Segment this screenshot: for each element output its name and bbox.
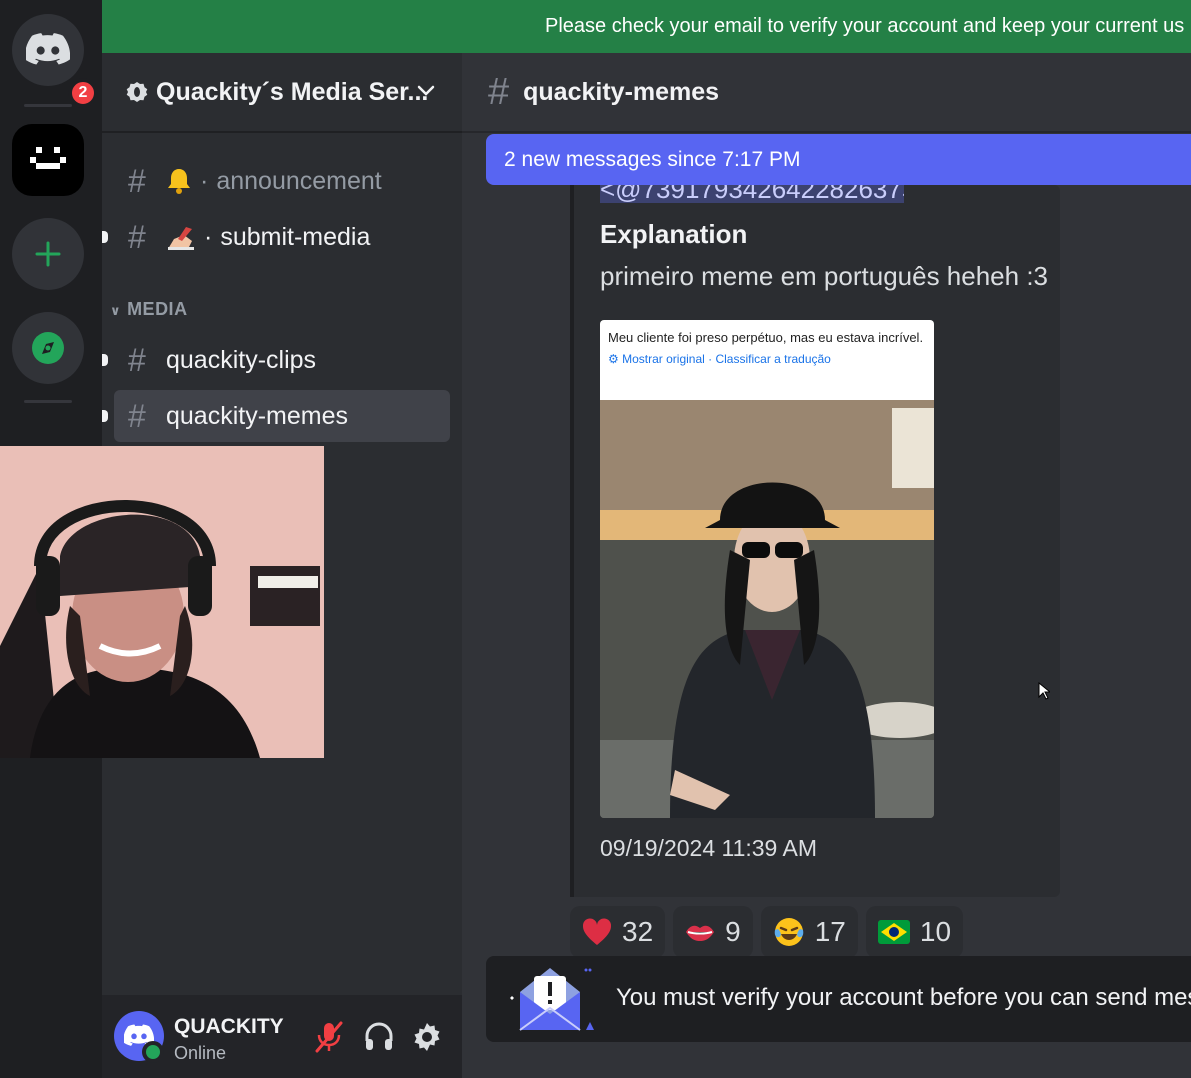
channel-title: quackity-memes [523,77,720,106]
reaction-tears-of-joy[interactable]: 17 [760,906,858,958]
text-channel-icon: # [128,162,146,199]
channel-label: quackity-memes [166,401,348,430]
channel-label: submit-media [220,222,371,251]
add-server-button[interactable] [12,218,84,290]
user-mention[interactable]: <@739179342642282637> [600,185,904,203]
image-caption: Meu cliente foi preso perpétuo, mas eu e… [600,320,934,400]
reaction-heart[interactable]: 32 [570,906,666,958]
writing-hand-emoji-icon [168,227,194,250]
channel-quackity-clips[interactable]: # quackity-clips [102,334,450,386]
image-caption-links: ⚙ Mostrar original · Classificar a tradu… [608,352,926,366]
bell-emoji-icon [168,169,190,194]
mouse-cursor-icon [1038,682,1050,700]
embed-title: Explanation [600,219,748,249]
chevron-down-icon[interactable] [416,81,436,101]
verify-account-text: You must verify your account before you … [616,984,1191,1011]
channel-separator-dot: · [200,166,209,195]
discord-logo-icon [26,33,70,65]
server-badge-icon [126,82,148,102]
chat-header: # quackity-memes [462,53,1191,133]
lips-emoji-icon [686,925,715,941]
text-channel-icon: # [128,218,146,255]
image-caption-links-text: Mostrar original · Classificar a traduçã… [622,352,831,366]
notification-badge: 2 [68,78,98,108]
webcam-overlay [0,446,324,758]
webcam-person-image [0,446,324,758]
channel-separator-dot: · [204,222,213,251]
server-icon-quackity[interactable] [12,124,84,196]
username: QUACKITY [174,1015,284,1038]
reaction-count: 9 [725,916,741,947]
verify-email-text: Please check your email to verify your a… [545,15,1185,37]
reaction-count: 10 [919,916,952,947]
explore-servers-button[interactable] [12,312,84,384]
brazil-flag-emoji-icon [877,920,910,944]
compass-icon [32,332,64,364]
channel-label: announcement [216,166,382,195]
translate-gear-icon: ⚙ [608,352,619,366]
tears-of-joy-emoji-icon [774,918,803,946]
envelope-alert-icon [510,968,594,1031]
message-embed: <@739179342642282637> Explanation primei… [570,185,1060,897]
meme-photo [600,400,934,818]
verify-account-notice: You must verify your account before you … [486,956,1191,1042]
user-panel: QUACKITY Online [102,995,462,1078]
reaction-lips[interactable]: 9 [673,906,753,958]
rail-separator [24,104,72,107]
plus-icon [35,241,61,267]
unread-indicator [102,231,108,243]
heart-emoji-icon [582,918,612,945]
text-channel-icon: # [488,70,510,113]
settings-gear-icon[interactable] [412,1021,442,1053]
new-messages-text: 2 new messages since 7:17 PM [504,147,801,171]
reactions-bar: 32 9 17 10 [570,906,964,958]
embed-description: primeiro meme em português heheh :3 [600,261,1049,291]
embed-image[interactable]: Meu cliente foi preso perpétuo, mas eu e… [600,320,934,818]
unread-indicator [102,410,108,422]
reaction-count: 17 [814,916,846,947]
text-channel-icon: # [128,397,146,434]
channel-submit-media[interactable]: # · submit-media [102,211,450,263]
text-channel-icon: # [128,341,146,378]
smiley-face-icon [30,147,66,169]
channel-label: quackity-clips [166,345,317,374]
home-button[interactable]: 2 [12,14,98,108]
verify-email-banner: Please check your email to verify your a… [102,0,1191,53]
embed-timestamp: 09/19/2024 11:39 AM [600,835,817,861]
user-status-text: Online [174,1043,227,1063]
online-status-indicator [142,1041,164,1063]
rail-separator [24,400,72,403]
category-media[interactable]: ∨ MEDIA [110,299,188,320]
category-label: MEDIA [127,299,188,319]
unread-indicator [102,354,108,366]
reaction-count: 32 [622,916,654,947]
reaction-brazil-flag[interactable]: 10 [865,906,964,958]
headphones-icon[interactable] [364,1021,394,1053]
new-messages-bar[interactable]: 2 new messages since 7:17 PM [486,134,1191,185]
chevron-down-icon: ∨ [110,303,122,318]
mute-microphone-icon[interactable] [314,1021,344,1053]
server-name: Quackity´s Media Ser... [156,77,429,106]
server-header[interactable]: Quackity´s Media Ser... [102,53,462,133]
image-caption-text: Meu cliente foi preso perpétuo, mas eu e… [608,330,924,345]
channel-quackity-memes[interactable]: # quackity-memes [102,390,450,442]
channel-announcement[interactable]: # · announcement [114,155,450,207]
